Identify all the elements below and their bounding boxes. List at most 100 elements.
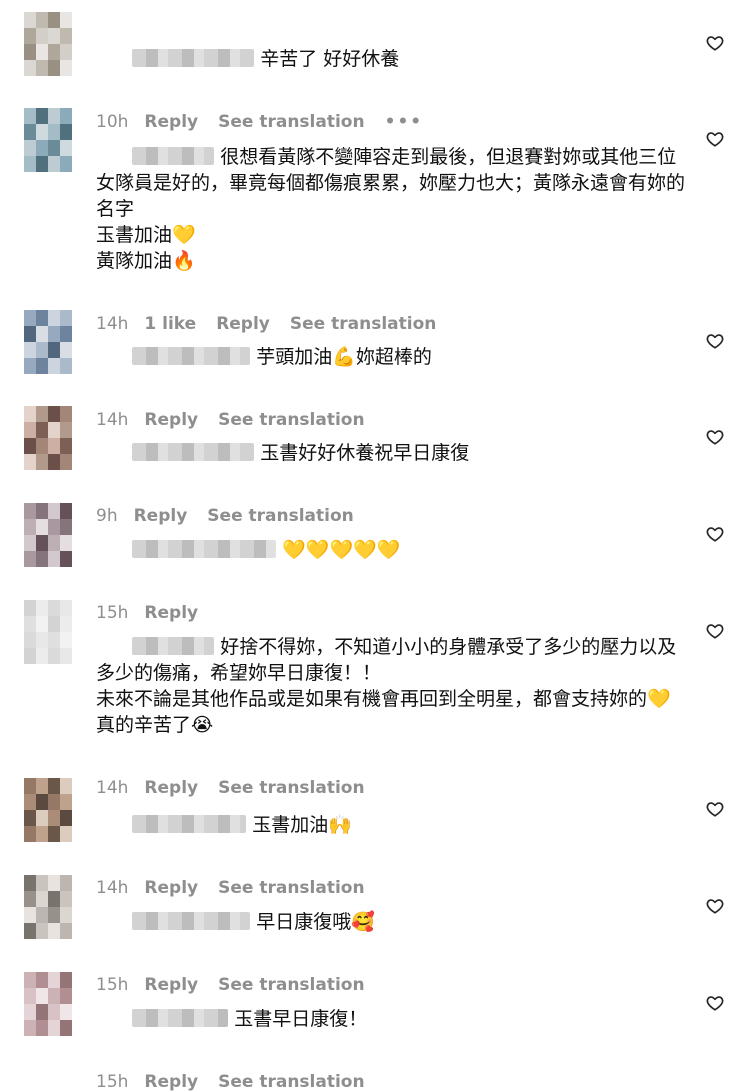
avatar-pixel: [60, 140, 72, 156]
avatar-pixel: [60, 891, 72, 907]
heart-outline-icon[interactable]: [706, 332, 724, 350]
avatar[interactable]: [24, 310, 72, 374]
avatar-pixel: [24, 907, 36, 923]
avatar-pixel: [60, 648, 72, 664]
username-blurred[interactable]: [132, 815, 247, 833]
heart-outline-icon[interactable]: [706, 800, 724, 818]
avatar-pixel: [36, 342, 48, 358]
avatar-pixel: [36, 632, 48, 648]
avatar-pixel: [60, 358, 72, 374]
avatar-pixel: [24, 632, 36, 648]
avatar-pixel: [60, 108, 72, 124]
avatar-pixel: [24, 156, 36, 172]
avatar-pixel: [48, 875, 60, 891]
avatar-pixel: [48, 310, 60, 326]
username-blurred[interactable]: [132, 637, 215, 655]
heart-outline-icon[interactable]: [706, 897, 724, 915]
see-translation-button[interactable]: See translation: [218, 1072, 364, 1092]
avatar-pixel: [60, 28, 72, 44]
heart-outline-icon[interactable]: [706, 994, 724, 1012]
avatar-pixel: [36, 124, 48, 140]
avatar-pixel: [60, 310, 72, 326]
avatar-pixel: [60, 503, 72, 519]
avatar[interactable]: [24, 875, 72, 939]
avatar-pixel: [24, 616, 36, 632]
heart-outline-icon[interactable]: [706, 130, 724, 148]
avatar[interactable]: [24, 972, 72, 1036]
avatar-pixel: [48, 988, 60, 1004]
avatar-pixel: [36, 310, 48, 326]
avatar[interactable]: [24, 12, 72, 76]
avatar-pixel: [60, 12, 72, 28]
avatar-pixel: [24, 794, 36, 810]
username-blurred[interactable]: [132, 347, 251, 365]
avatar-pixel: [48, 358, 60, 374]
avatar-pixel: [24, 535, 36, 551]
avatar-pixel: [60, 907, 72, 923]
username-blurred[interactable]: [132, 49, 255, 67]
avatar-pixel: [48, 519, 60, 535]
avatar-pixel: [48, 535, 60, 551]
avatar-pixel: [60, 342, 72, 358]
avatar-pixel: [36, 140, 48, 156]
avatar-pixel: [36, 1020, 48, 1036]
heart-outline-icon[interactable]: [706, 34, 724, 52]
avatar-pixel: [36, 972, 48, 988]
reply-button[interactable]: Reply: [144, 1072, 198, 1092]
username-blurred[interactable]: [132, 443, 255, 461]
avatar-pixel: [48, 406, 60, 422]
avatar[interactable]: [24, 406, 72, 470]
avatar-pixel: [36, 12, 48, 28]
comment-text: 芋頭加油💪妳超棒的: [256, 346, 432, 368]
heart-outline-icon[interactable]: [706, 428, 724, 446]
heart-outline-icon[interactable]: [706, 622, 724, 640]
avatar-pixel: [36, 810, 48, 826]
avatar-pixel: [60, 632, 72, 648]
avatar[interactable]: [24, 108, 72, 172]
avatar-pixel: [48, 156, 60, 172]
avatar-pixel: [48, 923, 60, 939]
avatar-pixel: [36, 600, 48, 616]
avatar-pixel: [48, 907, 60, 923]
avatar-pixel: [36, 535, 48, 551]
avatar-pixel: [36, 519, 48, 535]
avatar-pixel: [36, 438, 48, 454]
avatar-pixel: [36, 616, 48, 632]
avatar-pixel: [24, 140, 36, 156]
avatar-pixel: [24, 422, 36, 438]
avatar-pixel: [36, 907, 48, 923]
avatar-pixel: [48, 616, 60, 632]
username-blurred[interactable]: [132, 1009, 229, 1027]
avatar-pixel: [60, 1004, 72, 1020]
avatar-pixel: [48, 600, 60, 616]
avatar-pixel: [48, 648, 60, 664]
username-blurred[interactable]: [132, 540, 277, 558]
avatar-pixel: [36, 551, 48, 567]
comment-text: 辛苦了 好好休養: [260, 48, 400, 70]
avatar-pixel: [24, 124, 36, 140]
avatar-pixel: [60, 988, 72, 1004]
avatar-pixel: [48, 778, 60, 794]
username-blurred[interactable]: [132, 147, 215, 165]
avatar-pixel: [60, 326, 72, 342]
heart-outline-icon[interactable]: [706, 525, 724, 543]
avatar[interactable]: [24, 600, 72, 664]
comment-time: 15h: [96, 1072, 129, 1092]
avatar-pixel: [60, 406, 72, 422]
avatar-pixel: [36, 422, 48, 438]
avatar-pixel: [48, 632, 60, 648]
avatar-pixel: [36, 923, 48, 939]
avatar-pixel: [60, 923, 72, 939]
comment-text: 玉書加油🙌: [252, 814, 352, 836]
username-blurred[interactable]: [132, 912, 251, 930]
avatar-pixel: [48, 1020, 60, 1036]
avatar[interactable]: [24, 503, 72, 567]
avatar-pixel: [36, 108, 48, 124]
avatar-pixel: [24, 342, 36, 358]
avatar-pixel: [48, 794, 60, 810]
avatar-pixel: [24, 28, 36, 44]
avatar-pixel: [48, 810, 60, 826]
avatar-pixel: [36, 875, 48, 891]
avatar[interactable]: [24, 778, 72, 842]
avatar-pixel: [48, 422, 60, 438]
